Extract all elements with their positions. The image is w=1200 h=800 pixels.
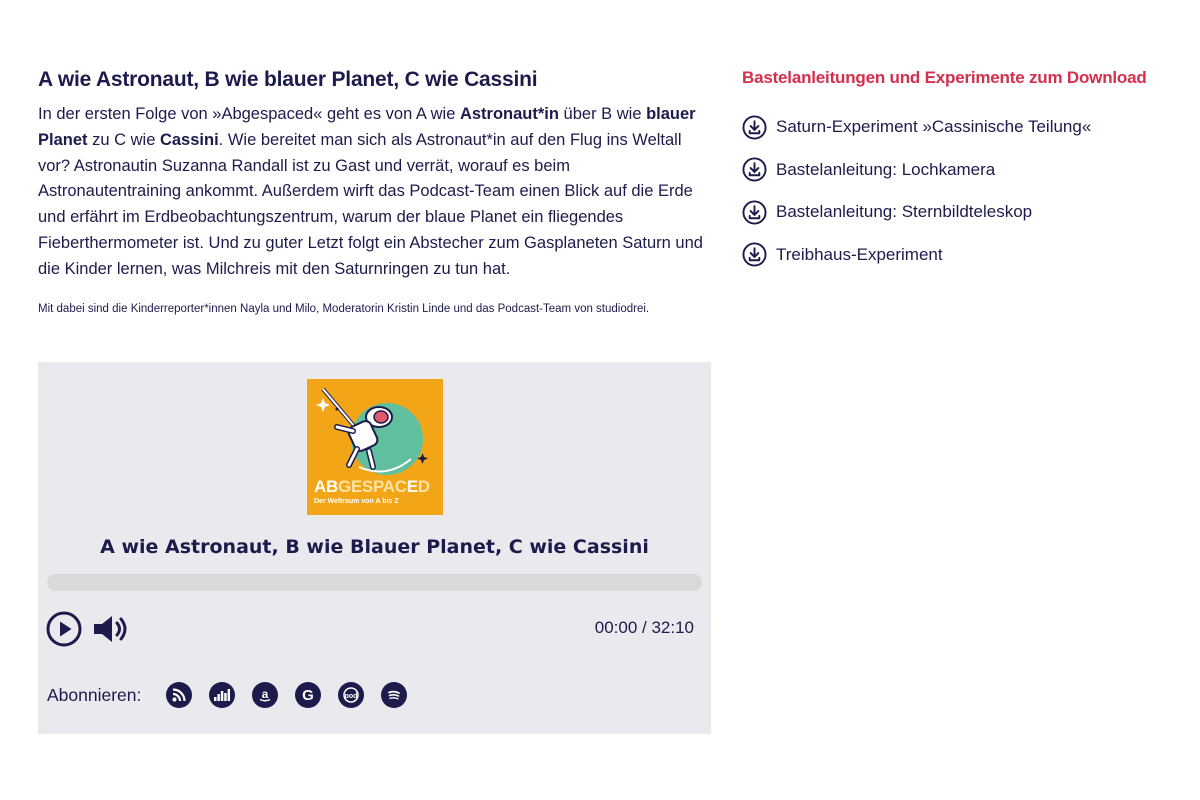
download-link-treibhaus-experiment[interactable]: Treibhaus-Experiment [742,234,1182,277]
episode-title: A wie Astronaut, B wie Blauer Planet, C … [100,536,649,558]
article: A wie Astronaut, B wie blauer Planet, C … [38,66,714,323]
play-icon [46,611,82,647]
amazon-music-icon[interactable]: a [252,682,278,708]
body-text: zu C wie [87,130,160,149]
download-label: Bastelanleitung: Lochkamera [776,159,996,179]
current-time: 00:00 [594,618,638,637]
downloads-heading: Bastelanleitungen und Experimente zum Do… [742,68,1147,87]
deezer-icon[interactable] [209,682,235,708]
cover-brand-text: ABGESPACED [314,477,430,496]
bold-keyword: Cassini [159,130,219,149]
download-label: Treibhaus-Experiment [776,244,943,264]
download-icon [742,242,767,267]
download-icon [742,200,767,225]
time-separator: / [637,618,652,637]
download-label: Bastelanleitung: Sternbildteleskop [776,202,1033,222]
subscribe-label: Abonnieren: [47,685,142,705]
google-podcasts-icon[interactable]: G [295,682,321,708]
body-text: In der ersten Folge von »Abgespaced« geh… [38,105,460,123]
svg-text:a: a [262,687,269,701]
downloads-sidebar: Bastelanleitungen und Experimente zum Do… [742,66,1182,276]
article-title: A wie Astronaut, B wie blauer Planet, C … [38,68,538,91]
pocket-casts-icon[interactable]: pod [338,682,364,708]
speaker-icon [94,616,127,642]
article-credits: Mit dabei sind die Kinderreporter*innen … [38,302,650,315]
podcast-cover-image: ABGESPACED Der Weltraum von A bis Z [307,379,443,515]
play-button[interactable] [46,611,82,647]
body-text: über B wie [558,105,647,123]
rss-icon[interactable] [166,682,192,708]
bold-keyword: Astronaut*in [459,105,559,123]
download-list: Saturn-Experiment »Cassinische Teilung« … [742,106,1182,276]
volume-button[interactable] [92,614,130,644]
progress-bar[interactable] [47,574,702,591]
subscribe-icons: a G pod [166,682,407,708]
download-link-lochkamera[interactable]: Bastelanleitung: Lochkamera [742,149,1182,192]
download-icon [742,115,767,140]
duration: 32:10 [651,618,694,637]
download-label: Saturn-Experiment »Cassinische Teilung« [776,117,1092,137]
article-body: In der ersten Folge von »Abgespaced« geh… [38,102,714,283]
spotify-icon[interactable] [381,682,407,708]
download-link-sternbildteleskop[interactable]: Bastelanleitung: Sternbildteleskop [742,191,1182,234]
body-text: . Wie bereitet man sich als Astronaut*in… [38,130,703,278]
time-readout: 00:00 / 32:10 [595,618,694,638]
svg-text:pod: pod [345,693,358,700]
svg-text:G: G [302,687,314,703]
cover-subtitle: Der Weltraum von A bis Z [314,498,399,505]
download-icon [742,157,767,182]
podcast-player: ABGESPACED Der Weltraum von A bis Z A wi… [38,362,711,734]
download-link-saturn-experiment[interactable]: Saturn-Experiment »Cassinische Teilung« [742,106,1182,149]
